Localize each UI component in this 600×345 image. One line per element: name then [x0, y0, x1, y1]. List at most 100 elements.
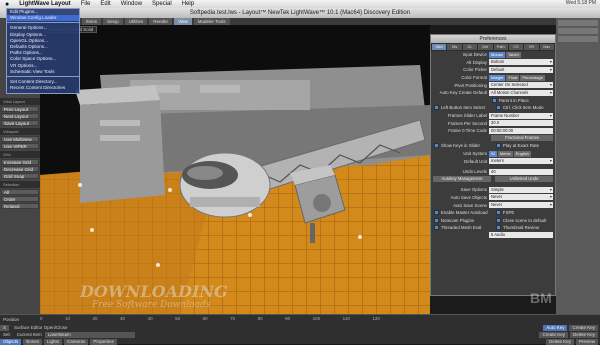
tab-vr[interactable]: VR [524, 44, 539, 50]
select-related-button[interactable]: Related [1, 203, 39, 209]
apple-icon[interactable]: ● [5, 1, 9, 8]
sidebar-slot[interactable] [558, 36, 598, 42]
pref-dropdown[interactable]: Simple [489, 186, 553, 193]
pref-label: Color Picker [463, 67, 487, 73]
pref-dropdown[interactable]: meters [489, 158, 553, 165]
surface-editor-status[interactable]: Surface Editor Open/Close [11, 325, 161, 330]
menu-item-window-config-loader[interactable]: Window Config Loader [7, 15, 79, 22]
menu-item-recent-content-directories[interactable]: Recent Content Directories [7, 85, 79, 91]
prev-layout-button[interactable]: Prev Layout [1, 106, 39, 112]
pref-label: Auto Save Scene [453, 202, 487, 208]
pref-option-button[interactable]: SI [489, 150, 497, 157]
checkbox[interactable] [434, 210, 439, 216]
checkbox[interactable] [434, 225, 439, 231]
auto-key-button[interactable]: Auto Key [543, 324, 568, 331]
menu-window[interactable]: Window [121, 1, 142, 7]
menu-special[interactable]: Special [152, 1, 172, 7]
pref-dropdown[interactable]: Center On Selected [489, 82, 553, 89]
pref-option-button[interactable]: Metric [497, 150, 513, 157]
edit-dropdown-menu: Edit Plugins... Window Config Loader Gen… [6, 8, 80, 94]
menu-help[interactable]: Help [182, 1, 194, 7]
tab-items[interactable]: Items [82, 18, 102, 25]
pref-value-field[interactable]: 00:00:00:00 [489, 127, 553, 134]
section-head-selection: Selection [0, 181, 40, 188]
select-all-button[interactable]: All [1, 189, 39, 195]
timeline-ruler[interactable]: Position 0 10 20 30 40 50 60 70 80 90 100 110 120 [0, 316, 600, 323]
checkbox[interactable] [492, 97, 497, 103]
sidebar-slot[interactable] [558, 20, 598, 26]
timeline-tick: 60 [202, 316, 208, 321]
tab-color-space[interactable]: CS [508, 44, 524, 50]
scene-button[interactable]: S [0, 324, 10, 331]
watermark-title: DOWNLOADING [80, 282, 228, 301]
pref-option-button[interactable]: Tablet [506, 51, 521, 58]
save-layout-button[interactable]: Save Layout [1, 120, 39, 126]
grid-snap-button[interactable]: Grid Snap [1, 173, 39, 179]
decrease-grid-button[interactable]: Decrease Grid [1, 166, 39, 172]
pref-value-field[interactable]: 40 [489, 168, 553, 175]
tab-setup[interactable]: Setup [103, 18, 123, 25]
menu-edit[interactable]: Edit [100, 1, 110, 7]
window-title-bar: Softpedia test.lws - Layout™ NewTek Ligh… [0, 8, 600, 18]
pref-option-button[interactable]: English [513, 150, 531, 157]
pref-label: Unit System [463, 151, 487, 157]
tab-view[interactable]: View [174, 18, 192, 25]
checkbox[interactable] [496, 225, 501, 231]
position-label: Position [3, 317, 20, 322]
pref-wide-button[interactable]: Unlimited Undo [495, 176, 553, 183]
pref-dropdown[interactable]: Default [489, 66, 553, 73]
pref-wide-button[interactable]: Autokey Management [433, 176, 491, 183]
viper-button[interactable]: Use VIPER [1, 143, 39, 149]
create-key-button[interactable]: Create Key [569, 324, 598, 331]
pref-value-field[interactable]: 30.0 [489, 120, 553, 127]
watermark-subtitle: Free Software Downloads [92, 300, 211, 310]
pref-label: Auto Key Create Default [439, 90, 487, 96]
pref-dropdown[interactable]: Never [489, 194, 553, 201]
menu-app[interactable]: LightWave Layout [19, 1, 70, 7]
tab-defaults[interactable]: Def [478, 44, 493, 50]
increase-grid-button[interactable]: Increase Grid [1, 159, 39, 165]
checkbox[interactable] [496, 105, 501, 111]
tab-utilities[interactable]: Utilities [124, 18, 148, 25]
pref-option-button[interactable]: Mouse [489, 51, 506, 58]
preferences-rows: Input Device Mouse Tablet Alt Display Bottom… [431, 51, 555, 239]
pref-dropdown[interactable]: Frame Number [489, 112, 553, 119]
checkbox[interactable] [434, 143, 439, 149]
pref-row: Input Device Mouse Tablet [431, 51, 555, 59]
3d-viewport[interactable] [40, 25, 430, 314]
checkbox[interactable] [496, 143, 501, 149]
timeline-tick: 80 [257, 316, 263, 321]
checkbox-label: Ctrl. Click Item Mode [502, 105, 544, 111]
tab-modeler-tools[interactable]: Modeler Tools [193, 18, 230, 25]
next-layout-button[interactable]: Next Layout [1, 113, 39, 119]
pref-option-button[interactable]: Float [506, 74, 520, 81]
checkbox[interactable] [434, 105, 439, 111]
pref-wide-button[interactable]: Fractional Frames [491, 135, 553, 142]
pref-value-field[interactable]: 5 Audio [489, 232, 553, 239]
timeline-tick: 10 [65, 316, 71, 321]
tab-display[interactable]: Dis [447, 44, 462, 50]
tab-navigation[interactable]: Nav [539, 44, 554, 50]
select-order-button[interactable]: Order [1, 196, 39, 202]
checkbox[interactable] [496, 217, 501, 223]
checkbox[interactable] [434, 217, 439, 223]
menu-item-schematic-view-tools[interactable]: Schematic View Tools [7, 69, 79, 75]
tab-render[interactable]: Render [149, 18, 173, 25]
tab-paths[interactable]: Path [493, 44, 508, 50]
pref-option-button[interactable]: Integer [489, 74, 506, 81]
pref-option-button[interactable]: Percentage [520, 74, 545, 81]
multiview-button[interactable]: Use Multiview [1, 136, 39, 142]
checkbox[interactable] [496, 210, 501, 216]
current-item-select[interactable]: LaserBeam [44, 331, 135, 338]
pref-label: Color Format [461, 75, 487, 81]
delete-key-button[interactable]: Delete Key [569, 331, 598, 338]
pref-dropdown[interactable]: All Motion Channels [489, 89, 553, 96]
pref-dropdown[interactable]: Bottom [489, 59, 553, 66]
checkbox-label: Play at Exact Rate [502, 143, 540, 149]
tab-opengl[interactable]: GL [462, 44, 478, 50]
menu-file[interactable]: File [81, 1, 91, 7]
create-key-button-2[interactable]: Create Key [539, 331, 568, 338]
sidebar-slot[interactable] [558, 28, 598, 34]
pref-dropdown[interactable]: Never [489, 202, 553, 209]
tab-general[interactable]: Gen [432, 44, 447, 50]
